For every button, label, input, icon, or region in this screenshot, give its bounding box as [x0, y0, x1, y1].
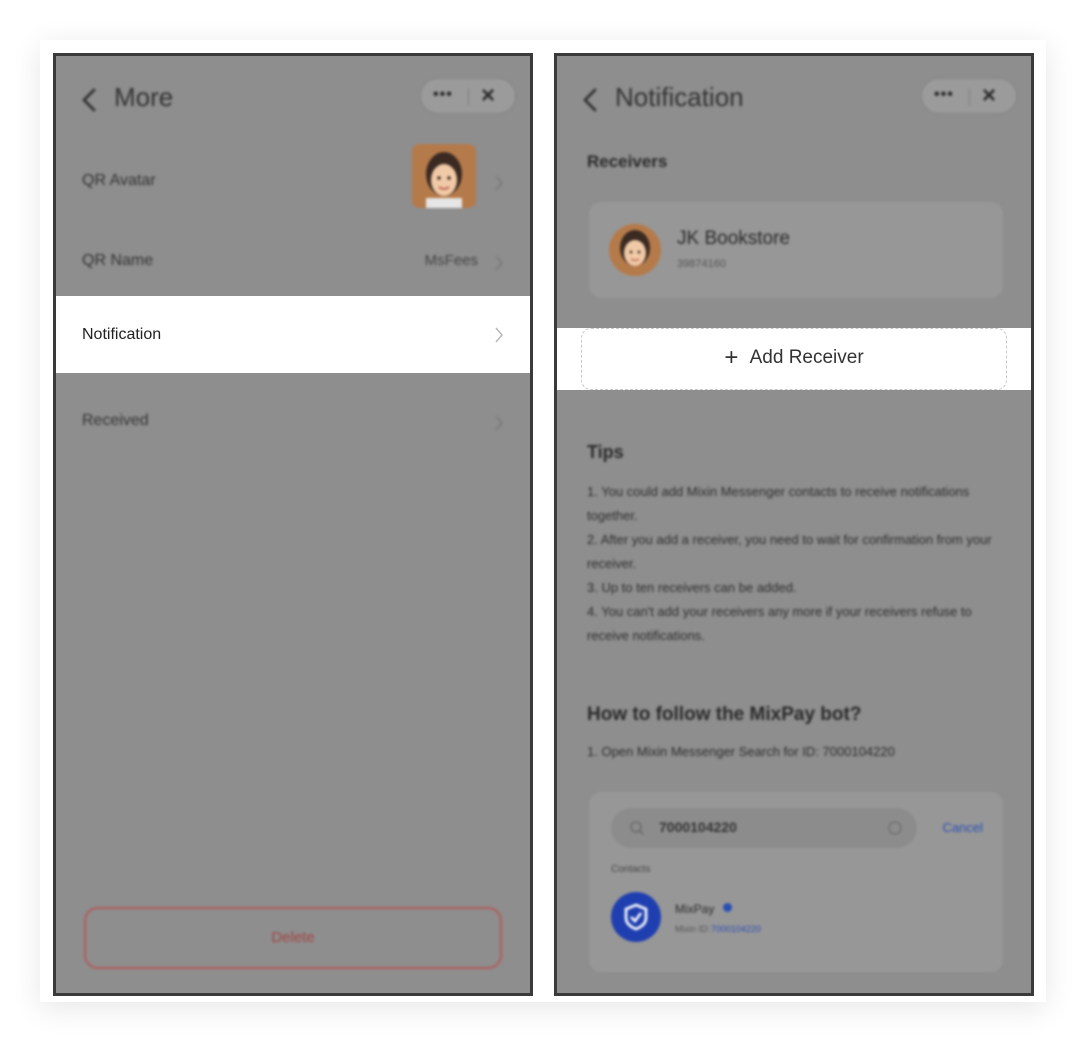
notification-screen: Notification ••• × Receivers JK Bookstor… [554, 53, 1034, 996]
tip-item: 1. You could add Mixin Messenger contact… [587, 484, 970, 523]
contacts-section-label: Contacts [611, 864, 651, 875]
title-bar: More ••• × [56, 56, 530, 144]
receivers-heading: Receivers [587, 152, 668, 171]
title-bar: Notification ••• × [557, 56, 1031, 144]
follow-step: 1. Open Mixin Messenger Search for ID: 7… [587, 744, 895, 759]
row-label: Received [82, 412, 149, 429]
capsule-divider [468, 88, 469, 106]
back-chevron-icon[interactable] [78, 84, 102, 116]
tips-list: 1. You could add Mixin Messenger contact… [587, 480, 1001, 648]
qr-avatar-image [412, 144, 476, 208]
more-dots-icon[interactable]: ••• [433, 86, 453, 104]
search-icon [630, 821, 645, 836]
tip-item: 3. Up to ten receivers can be added. [587, 580, 797, 595]
chevron-right-icon [495, 415, 504, 431]
row-label: Notification [82, 326, 162, 343]
cancel-link[interactable]: Cancel [943, 820, 983, 835]
chevron-right-icon [495, 175, 504, 191]
capsule-divider [969, 88, 970, 106]
close-icon[interactable]: × [481, 82, 495, 110]
delete-button[interactable]: Delete [84, 907, 502, 969]
chevron-right-icon [495, 255, 504, 271]
search-query: 7000104220 [659, 819, 737, 835]
follow-heading: How to follow the MixPay bot? [587, 704, 862, 725]
more-screen: More ••• × QR Avatar QR Name MsFees Rece… [53, 53, 533, 996]
mixpay-avatar [611, 892, 661, 942]
result-name: MixPay [675, 902, 715, 916]
search-example-card: 7000104220 Cancel Contacts MixPay Mixin … [589, 792, 1003, 972]
dimmed-layer: More ••• × QR Avatar QR Name MsFees Rece… [56, 56, 530, 993]
add-receiver-row: + Add Receiver [557, 344, 1031, 372]
row-qr-name[interactable]: QR Name MsFees [56, 224, 530, 302]
tips-heading: Tips [587, 442, 624, 462]
page-title: More [114, 82, 174, 112]
verified-badge-icon [723, 903, 732, 912]
row-received[interactable]: Received [56, 384, 530, 462]
receiver-card[interactable]: JK Bookstore 39874160 [589, 202, 1003, 298]
row-label: QR Avatar [82, 172, 156, 189]
add-receiver-button[interactable]: + Add Receiver [557, 328, 1031, 390]
tip-item: 2. After you add a receiver, you need to… [587, 532, 992, 571]
receiver-avatar [609, 224, 661, 276]
page-title: Notification [615, 82, 744, 112]
row-notification[interactable]: Notification [56, 296, 530, 373]
chevron-right-icon [495, 327, 503, 343]
delete-label: Delete [271, 929, 315, 946]
search-input[interactable]: 7000104220 [611, 808, 917, 848]
clear-icon[interactable] [887, 820, 903, 836]
add-receiver-label: Add Receiver [749, 347, 864, 368]
row-label: QR Name [82, 252, 154, 269]
tip-item: 4. You can't add your receivers any more… [587, 604, 972, 643]
receiver-id: 39874160 [677, 258, 726, 270]
result-id-prefix: Mixin ID: [675, 924, 711, 934]
more-dots-icon[interactable]: ••• [934, 86, 954, 104]
plus-icon: + [724, 344, 739, 371]
dimmed-layer: Notification ••• × Receivers JK Bookstor… [557, 56, 1031, 993]
qr-name-value: MsFees [424, 252, 478, 269]
mixpay-shield-icon [624, 903, 648, 931]
result-id: 7000104220 [711, 924, 762, 934]
receiver-name: JK Bookstore [677, 228, 790, 249]
mini-app-capsule: ••• × [420, 78, 516, 114]
mini-app-capsule: ••• × [921, 78, 1017, 114]
back-chevron-icon[interactable] [579, 84, 603, 116]
close-icon[interactable]: × [982, 82, 996, 110]
